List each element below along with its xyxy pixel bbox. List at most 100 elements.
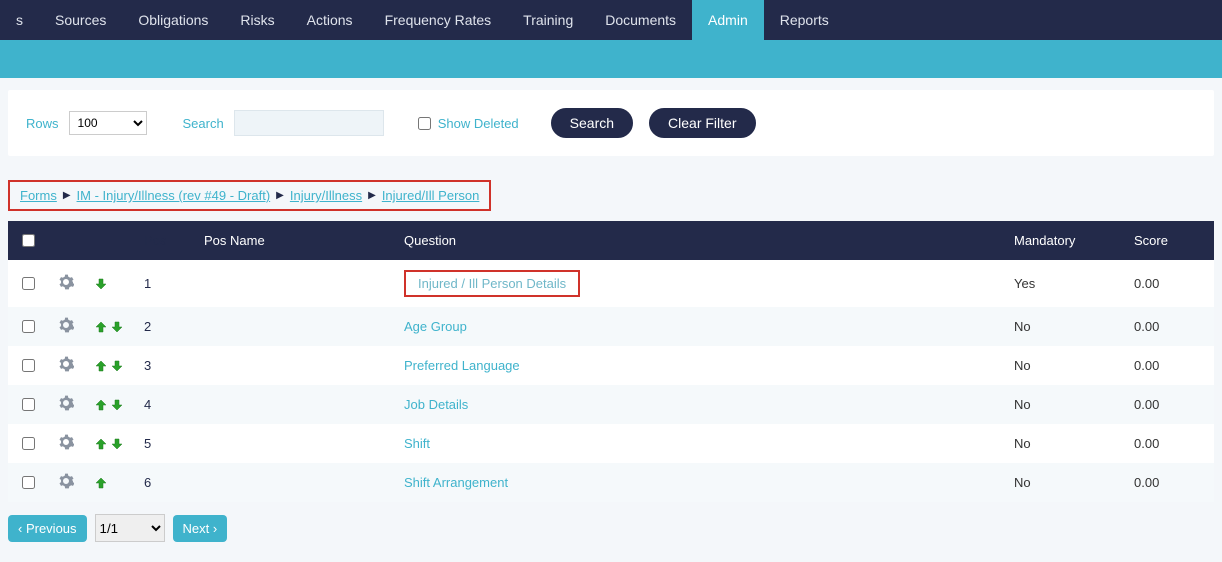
cell-mandatory: No [1004,424,1124,463]
cell-pos: 2 [134,307,194,346]
question-link[interactable]: Job Details [404,397,468,412]
gear-icon[interactable] [58,317,74,333]
chevron-left-icon: ‹ [18,521,26,536]
gear-icon[interactable] [58,473,74,489]
table-row: 6 Shift Arrangement No0.00 [8,463,1214,502]
breadcrumb-link[interactable]: Injury/Illness [290,188,362,203]
table-row: 2 Age Group No0.00 [8,307,1214,346]
select-all-checkbox[interactable] [22,234,35,247]
chevron-right-icon: ▶ [276,190,284,201]
rows-select[interactable]: 100 [69,111,147,135]
previous-button[interactable]: ‹ Previous [8,515,87,542]
cell-posname [194,307,394,346]
table-wrap: Pos Pos Name Question Mandatory Score 1 I… [8,221,1214,502]
show-deleted-label: Show Deleted [438,116,519,131]
questions-table: Pos Pos Name Question Mandatory Score 1 I… [8,221,1214,502]
show-deleted-checkbox[interactable] [418,117,431,130]
chevron-right-icon: › [209,521,217,536]
nav-tab-risks[interactable]: Risks [224,0,290,40]
filter-panel: Rows 100 Search Show Deleted Search Clea… [8,90,1214,156]
cell-mandatory: No [1004,385,1124,424]
question-link[interactable]: Injured / Ill Person Details [404,270,580,297]
breadcrumb-link[interactable]: IM - Injury/Illness (rev #49 - Draft) [77,188,271,203]
breadcrumb-wrap: Forms ▶ IM - Injury/Illness (rev #49 - Dra… [8,180,1214,211]
cell-score: 0.00 [1124,346,1214,385]
arrow-up-icon[interactable] [94,359,108,373]
gear-icon[interactable] [58,356,74,372]
cell-mandatory: Yes [1004,260,1124,307]
cell-posname [194,260,394,307]
arrow-up-icon[interactable] [94,320,108,334]
row-checkbox[interactable] [22,320,35,333]
question-link[interactable]: Preferred Language [404,358,520,373]
nav-tab-reports[interactable]: Reports [764,0,845,40]
cell-score: 0.00 [1124,463,1214,502]
cell-mandatory: No [1004,463,1124,502]
question-link[interactable]: Shift [404,436,430,451]
search-button[interactable]: Search [551,108,633,138]
nav-tab-admin[interactable]: Admin [692,0,764,40]
header-posname: Pos Name [194,221,394,260]
search-input[interactable] [234,110,384,136]
breadcrumb-link[interactable]: Forms [20,188,57,203]
cell-pos: 3 [134,346,194,385]
question-link[interactable]: Shift Arrangement [404,475,508,490]
top-nav: sSourcesObligationsRisksActionsFrequency… [0,0,1222,40]
table-row: 1 Injured / Ill Person Details Yes0.00 [8,260,1214,307]
next-button[interactable]: Next › [173,515,228,542]
row-checkbox[interactable] [22,359,35,372]
cell-mandatory: No [1004,307,1124,346]
page-select[interactable]: 1/1 [95,514,165,542]
sub-bar [0,40,1222,78]
row-checkbox[interactable] [22,437,35,450]
arrow-down-icon[interactable] [110,398,124,412]
cell-posname [194,463,394,502]
chevron-right-icon: ▶ [63,190,71,201]
arrow-down-icon[interactable] [94,277,108,291]
gear-icon[interactable] [58,395,74,411]
nav-tab-obligations[interactable]: Obligations [122,0,224,40]
gear-icon[interactable] [58,274,74,290]
rows-label: Rows [26,116,59,131]
cell-score: 0.00 [1124,307,1214,346]
cell-score: 0.00 [1124,385,1214,424]
clear-filter-button[interactable]: Clear Filter [649,108,755,138]
chevron-right-icon: ▶ [368,190,376,201]
cell-pos: 1 [134,260,194,307]
arrow-down-icon[interactable] [110,320,124,334]
arrow-up-icon[interactable] [94,476,108,490]
breadcrumb: Forms ▶ IM - Injury/Illness (rev #49 - Dra… [8,180,491,211]
nav-tab-actions[interactable]: Actions [291,0,369,40]
table-row: 4 Job Details No0.00 [8,385,1214,424]
cell-pos: 4 [134,385,194,424]
cell-posname [194,385,394,424]
cell-score: 0.00 [1124,424,1214,463]
header-question: Question [394,221,1004,260]
cell-posname [194,424,394,463]
header-mandatory: Mandatory [1004,221,1124,260]
table-row: 3 Preferred Language No0.00 [8,346,1214,385]
arrow-up-icon[interactable] [94,437,108,451]
breadcrumb-link[interactable]: Injured/Ill Person [382,188,480,203]
cell-score: 0.00 [1124,260,1214,307]
nav-tab-s[interactable]: s [0,0,39,40]
row-checkbox[interactable] [22,476,35,489]
search-label: Search [183,116,224,131]
question-link[interactable]: Age Group [404,319,467,334]
nav-tab-documents[interactable]: Documents [589,0,692,40]
nav-tab-sources[interactable]: Sources [39,0,122,40]
arrow-up-icon[interactable] [94,398,108,412]
nav-tab-frequency-rates[interactable]: Frequency Rates [369,0,508,40]
header-pos: Pos [134,221,194,260]
arrow-down-icon[interactable] [110,437,124,451]
cell-pos: 6 [134,463,194,502]
row-checkbox[interactable] [22,277,35,290]
cell-mandatory: No [1004,346,1124,385]
row-checkbox[interactable] [22,398,35,411]
gear-icon[interactable] [58,434,74,450]
pager: ‹ Previous 1/1 Next › [0,502,1222,562]
arrow-down-icon[interactable] [110,359,124,373]
cell-pos: 5 [134,424,194,463]
nav-tab-training[interactable]: Training [507,0,589,40]
header-score: Score [1124,221,1214,260]
